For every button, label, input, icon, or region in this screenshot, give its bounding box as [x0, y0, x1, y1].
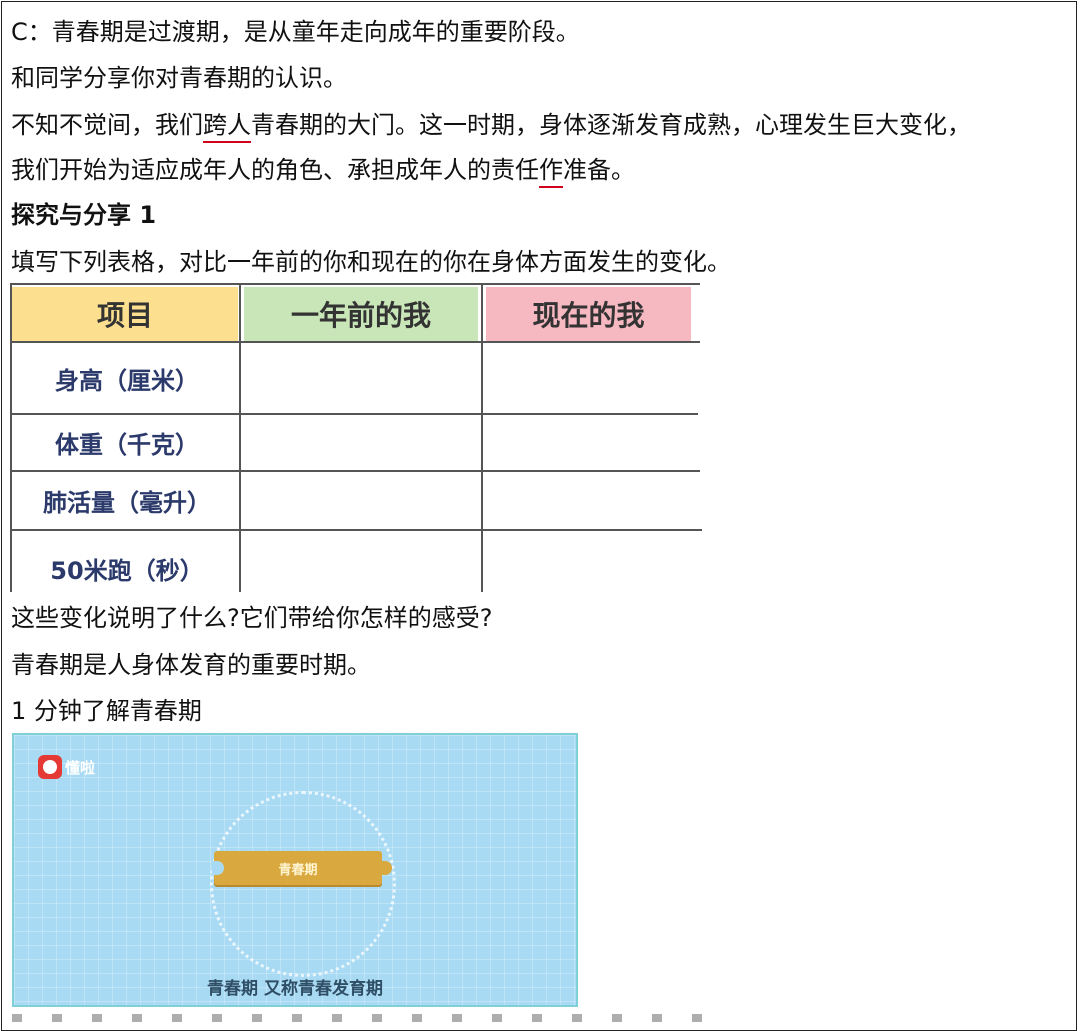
table-rule [10, 529, 702, 531]
text-line-6: 填写下列表格，对比一年前的你和现在的你在身体方面发生的变化。 [11, 248, 731, 276]
table-header-item-label: 项目 [96, 299, 153, 332]
table-row-label: 50米跑（秒） [50, 556, 204, 585]
video-logo: 懂啦 [38, 755, 95, 779]
puzzle-piece-icon: 青春期 [212, 851, 392, 885]
table-header-item: 项目 [12, 287, 238, 341]
marked-word-kuaren: 跨人 [203, 111, 251, 139]
video-thumbnail[interactable]: 懂啦 青春期 青春期 又称青春发育期 [12, 733, 578, 1007]
text-line-3-pre: 不知不觉间，我们 [11, 111, 203, 139]
table-header-before: 一年前的我 [244, 287, 478, 341]
text-line-3-post: 青春期的大门。这一时期，身体逐渐发育成熟，心理发生巨大变化， [251, 111, 971, 139]
table-header-now-label: 现在的我 [532, 299, 645, 332]
video-subtitle: 青春期 又称青春发育期 [207, 979, 383, 999]
text-line-1: C：青春期是过渡期，是从童年走向成年的重要阶段。 [11, 18, 580, 46]
marked-word-zuo: 作 [539, 156, 563, 184]
table-rule [10, 283, 12, 592]
table-rule [10, 283, 700, 285]
video-caption: 1 分钟了解青春期 [11, 697, 202, 725]
puzzle-text: 青春期 [278, 862, 318, 878]
text-line-8: 青春期是人身体发育的重要时期。 [11, 651, 371, 679]
comparison-table: 项目 一年前的我 现在的我 身高（厘米） 体重（千克） 肺活量（毫升） 50米跑… [10, 283, 702, 592]
logo-badge-icon [38, 755, 62, 779]
table-row-label: 身高（厘米） [55, 366, 199, 395]
text-line-4-pre: 我们开始为适应成年人的角色、承担成年人的责任 [11, 156, 539, 184]
text-line-4-post: 准备。 [563, 156, 635, 184]
table-row-label: 肺活量（毫升） [43, 489, 211, 517]
text-line-3: 不知不觉间，我们跨人青春期的大门。这一时期，身体逐渐发育成熟，心理发生巨大变化， [11, 110, 971, 140]
text-line-2: 和同学分享你对青春期的认识。 [11, 64, 347, 92]
video-logo-text: 懂啦 [65, 758, 96, 777]
text-line-7: 这些变化说明了什么?它们带给你怎样的感受? [11, 604, 493, 632]
table-rule [481, 283, 483, 592]
cut-off-text-line [12, 1014, 732, 1022]
table-row-label: 体重（千克） [55, 431, 199, 459]
table-header-now: 现在的我 [486, 287, 691, 341]
table-header-before-label: 一年前的我 [290, 299, 431, 332]
text-line-4: 我们开始为适应成年人的角色、承担成年人的责任作准备。 [11, 155, 635, 185]
section-heading: 探究与分享 1 [11, 201, 157, 229]
